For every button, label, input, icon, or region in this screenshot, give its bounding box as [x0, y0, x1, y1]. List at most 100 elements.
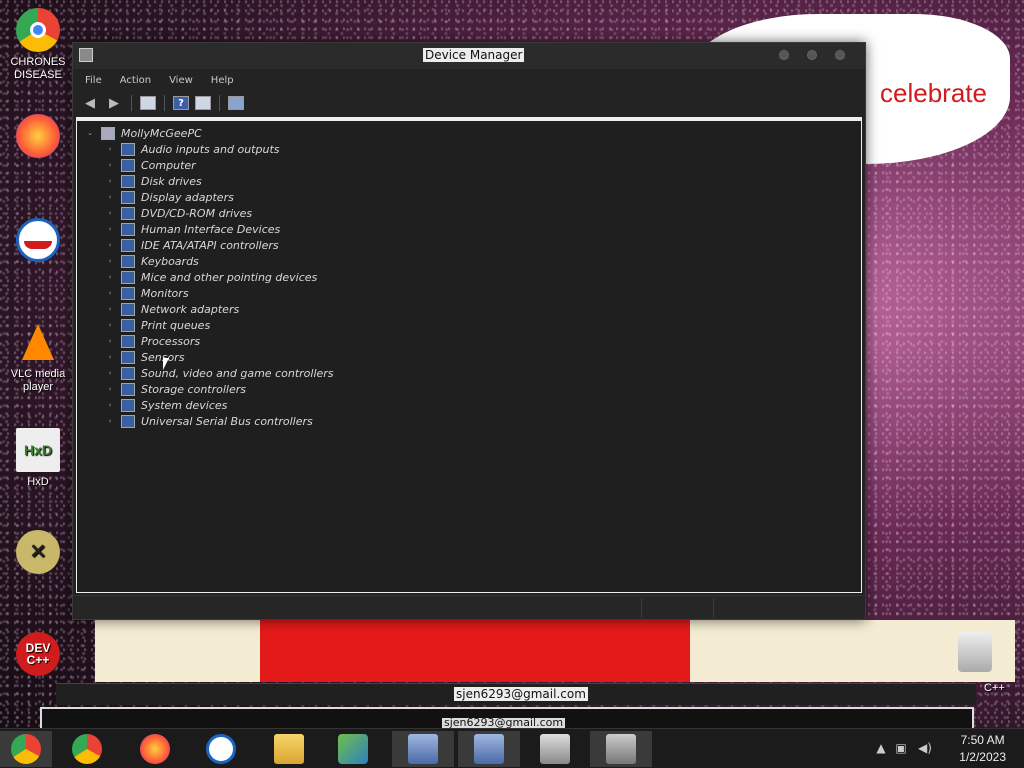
expand-arrow-icon[interactable]: ›: [105, 225, 115, 233]
expand-arrow-icon[interactable]: ›: [105, 145, 115, 153]
chrome-icon: [16, 8, 60, 52]
expand-arrow-icon[interactable]: ›: [105, 401, 115, 409]
taskbar-firefox[interactable]: [124, 731, 186, 767]
close-icon[interactable]: [835, 50, 845, 60]
device-category-icon: [121, 270, 135, 284]
minimize-icon[interactable]: [779, 50, 789, 60]
status-bar: [73, 595, 865, 619]
desktop-icon-chrones-disease[interactable]: CHRONES DISEASE: [0, 8, 76, 82]
desktop-icon-label: VLC media player: [10, 368, 66, 393]
expand-arrow-icon[interactable]: ›: [105, 289, 115, 297]
expand-arrow-icon[interactable]: ›: [105, 209, 115, 217]
desktop-icon-recycle-bin[interactable]: [940, 632, 1010, 676]
expand-arrow-icon[interactable]: ›: [105, 385, 115, 393]
volume-icon[interactable]: ◀): [918, 741, 932, 755]
tree-root[interactable]: ⌄ MollyMcGeePC: [85, 125, 334, 141]
tree-node-label: IDE ATA/ATAPI controllers: [141, 238, 279, 252]
back-icon[interactable]: ◀: [81, 95, 99, 111]
scan-hardware-icon[interactable]: [228, 96, 244, 110]
tree-node[interactable]: › Universal Serial Bus controllers: [85, 413, 334, 429]
tree-node[interactable]: › Disk drives: [85, 173, 334, 189]
maximize-icon[interactable]: [807, 50, 817, 60]
device-manager-window[interactable]: Device Manager File Action View Help ◀ ▶…: [72, 42, 866, 620]
taskbar-control-panel[interactable]: [590, 731, 652, 767]
expand-arrow-icon[interactable]: ›: [105, 177, 115, 185]
desktop-icon-obama[interactable]: [0, 218, 76, 266]
expand-arrow-icon[interactable]: ›: [105, 321, 115, 329]
email-popup-1[interactable]: sjen6293@gmail.com: [56, 683, 976, 705]
start-button[interactable]: [0, 731, 52, 767]
taskbar-network[interactable]: [322, 731, 384, 767]
taskbar-device-manager-1[interactable]: [392, 731, 454, 767]
device-category-icon: [121, 334, 135, 348]
device-category-icon: [121, 238, 135, 252]
expand-arrow-icon[interactable]: ›: [105, 369, 115, 377]
tree-node[interactable]: › Print queues: [85, 317, 334, 333]
taskbar-file-explorer[interactable]: [258, 731, 320, 767]
tree-node[interactable]: › Monitors: [85, 285, 334, 301]
tree-node[interactable]: › System devices: [85, 397, 334, 413]
expand-arrow-icon[interactable]: ›: [105, 337, 115, 345]
device-category-icon: [121, 398, 135, 412]
folder-icon: [274, 734, 304, 764]
printer-icon: [540, 734, 570, 764]
menu-view[interactable]: View: [169, 75, 193, 86]
device-manager-app-icon: [79, 48, 93, 62]
tree-node[interactable]: › Processors: [85, 333, 334, 349]
menu-action[interactable]: Action: [120, 75, 151, 86]
desktop-icon-firefox[interactable]: [0, 114, 76, 162]
expand-arrow-icon[interactable]: ›: [105, 273, 115, 281]
properties-icon[interactable]: [140, 96, 156, 110]
desktop-icon-devcpp[interactable]: DEV C++: [0, 632, 76, 680]
vlc-cone-icon: [16, 320, 60, 364]
expand-arrow-icon[interactable]: ›: [105, 257, 115, 265]
firefox-icon: [140, 734, 170, 764]
tree-node[interactable]: › Network adapters: [85, 301, 334, 317]
device-category-icon: [121, 222, 135, 236]
expand-arrow-icon[interactable]: ›: [105, 241, 115, 249]
tree-node-label: Mice and other pointing devices: [141, 270, 318, 284]
email-popup-2[interactable]: sjen6293@gmail.com: [40, 707, 974, 730]
tree-node[interactable]: › Mice and other pointing devices: [85, 269, 334, 285]
expand-arrow-icon[interactable]: ›: [105, 305, 115, 313]
expand-arrow-icon[interactable]: ›: [105, 417, 115, 425]
help-icon[interactable]: ?: [173, 96, 189, 110]
tree-node[interactable]: › IDE ATA/ATAPI controllers: [85, 237, 334, 253]
expand-arrow-icon[interactable]: ›: [105, 193, 115, 201]
tree-node[interactable]: › Storage controllers: [85, 381, 334, 397]
desktop-icon-hxd[interactable]: HxD HxD: [0, 428, 76, 489]
desktop-icon-unnamed[interactable]: ✕: [0, 530, 76, 578]
taskbar-printer[interactable]: [524, 731, 586, 767]
firefox-icon: [16, 114, 60, 158]
tree-node[interactable]: › Sensors: [85, 349, 334, 365]
title-bar[interactable]: Device Manager: [73, 43, 865, 69]
menu-help[interactable]: Help: [211, 75, 234, 86]
tree-node[interactable]: › Audio inputs and outputs: [85, 141, 334, 157]
device-category-icon: [121, 382, 135, 396]
tree-node[interactable]: › Display adapters: [85, 189, 334, 205]
toolbar-separator: [131, 95, 132, 111]
menu-file[interactable]: File: [85, 75, 102, 86]
taskbar-chrome[interactable]: [56, 731, 118, 767]
tree-node[interactable]: › Sound, video and game controllers: [85, 365, 334, 381]
desktop-icon-label-cpp: C++: [984, 682, 1005, 694]
tree-node-label: Keyboards: [141, 254, 199, 268]
forward-icon[interactable]: ▶: [105, 95, 123, 111]
tree-node[interactable]: › Keyboards: [85, 253, 334, 269]
chrome-icon: [11, 734, 41, 764]
expand-arrow-icon[interactable]: ›: [105, 161, 115, 169]
clock[interactable]: 7:50 AM 1/2/2023: [959, 732, 1006, 766]
taskbar-device-manager-2[interactable]: [458, 731, 520, 767]
tree-node[interactable]: › DVD/CD-ROM drives: [85, 205, 334, 221]
wallpaper-strip: [95, 620, 1015, 682]
show-hidden-icons-icon[interactable]: ▲: [874, 741, 888, 755]
view-icon[interactable]: [195, 96, 211, 110]
taskbar-obama[interactable]: [190, 731, 252, 767]
status-divider: [641, 598, 642, 618]
expand-arrow-icon[interactable]: ›: [105, 353, 115, 361]
network-tray-icon[interactable]: ▣: [894, 741, 908, 755]
collapse-arrow-icon[interactable]: ⌄: [85, 129, 95, 137]
tree-node[interactable]: › Human Interface Devices: [85, 221, 334, 237]
desktop-icon-vlc[interactable]: VLC media player: [0, 320, 76, 394]
tree-node[interactable]: › Computer: [85, 157, 334, 173]
